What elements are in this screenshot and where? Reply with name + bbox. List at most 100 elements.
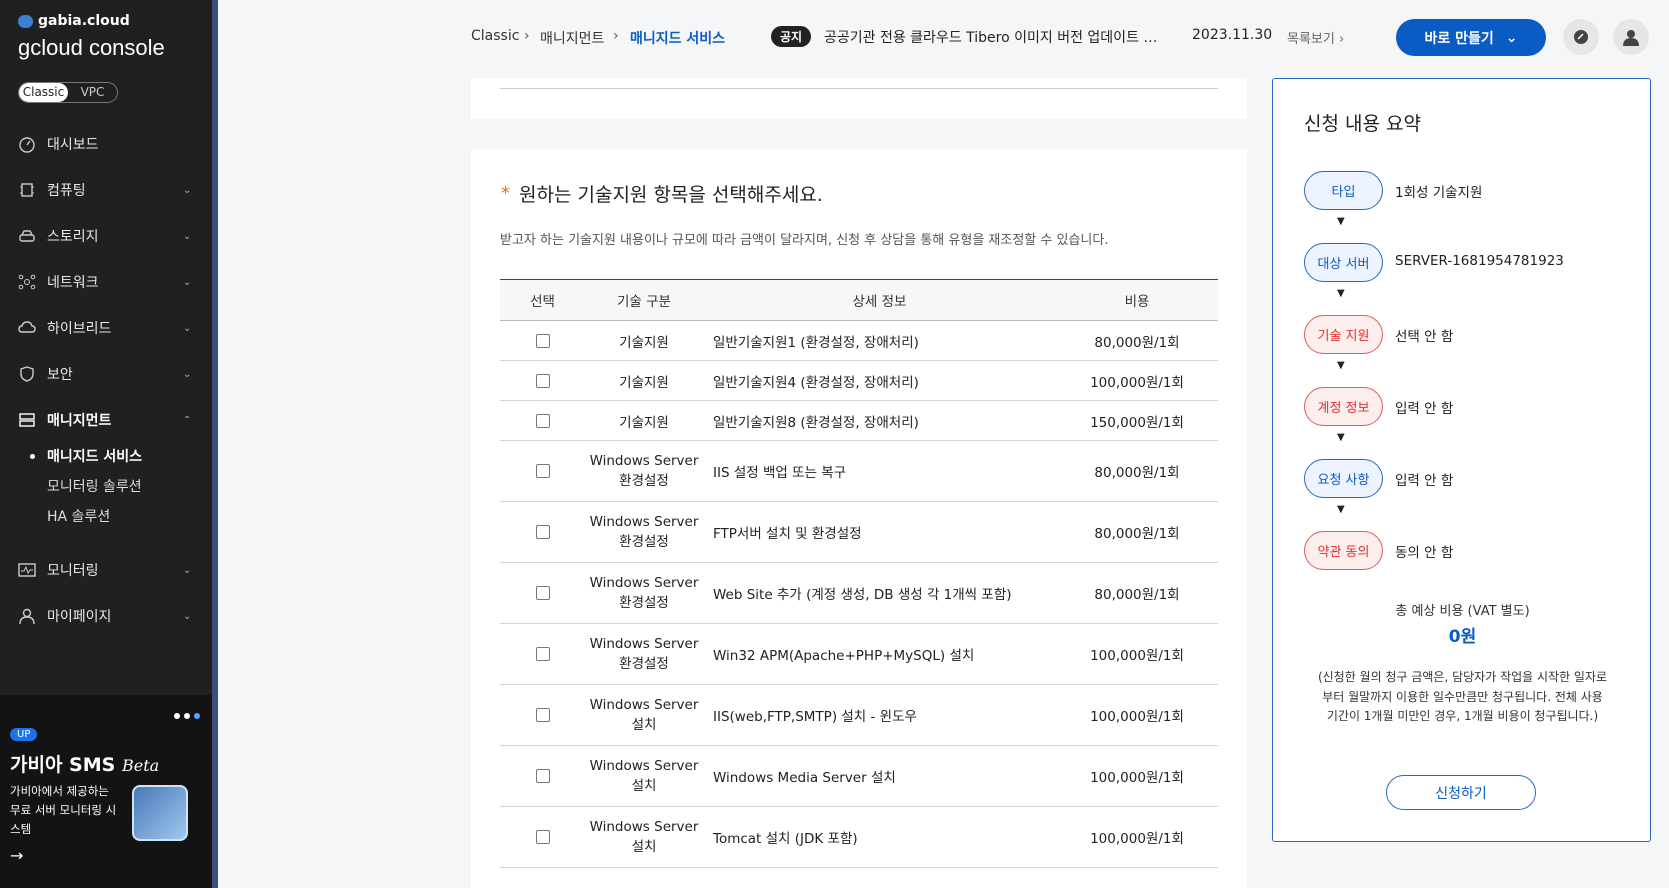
step-type[interactable]: 타입: [1304, 171, 1383, 210]
chevron-up-icon: ⌃: [183, 414, 192, 426]
table-row[interactable]: Windows Server 환경설정 Web Site 추가 (계정 생성, D…: [500, 562, 1218, 624]
step-target-server[interactable]: 대상 서버: [1304, 243, 1383, 282]
detail-cell: 일반기술지원8 (환경설정, 장애처리): [703, 400, 1056, 441]
table-row[interactable]: Windows Server 설치 Tomcat 설치 (JDK 포함) 100,0…: [500, 806, 1218, 868]
row-checkbox[interactable]: [535, 413, 550, 428]
cost-cell: 100,000원/1회: [1056, 745, 1218, 807]
step-account-info[interactable]: 계정 정보: [1304, 387, 1383, 426]
category-cell: Windows Server 환경설정: [585, 562, 703, 624]
profile-button[interactable]: [1613, 19, 1649, 55]
sidebar-item-monitoring[interactable]: 모니터링 ⌄: [0, 552, 212, 588]
sidebar-item-computing[interactable]: 컴퓨팅 ⌄: [0, 172, 212, 208]
chevron-down-icon: ⌄: [183, 368, 192, 380]
summary-title: 신청 내용 요약: [1304, 113, 1421, 135]
chevron-down-icon: ▼: [1337, 288, 1345, 299]
notice-date: 2023.11.30: [1192, 27, 1273, 43]
table-row[interactable]: Windows Server 설치 Windows Media Server 설치…: [500, 745, 1218, 807]
management-icon: [17, 411, 36, 430]
row-checkbox[interactable]: [535, 464, 550, 478]
order-summary-panel: 신청 내용 요약 타입 1회성 기술지원 ▼ 대상 서버 SERVER-1681…: [1272, 78, 1651, 842]
select-cell: [500, 684, 585, 746]
step-tech-support[interactable]: 기술 지원: [1304, 315, 1383, 354]
table-row[interactable]: Windows Server 설치 IIS(web,FTP,SMTP) 설치 - …: [500, 684, 1218, 746]
step-requests[interactable]: 요청 사항: [1304, 459, 1383, 498]
cost-cell: 150,000원/1회: [1056, 400, 1218, 441]
sidebar-item-security[interactable]: 보안 ⌄: [0, 356, 212, 392]
apply-button[interactable]: 신청하기: [1386, 775, 1536, 810]
detail-cell: Tomcat 설치 (JDK 포함): [703, 806, 1056, 868]
notice-list-link[interactable]: 목록보기 ›: [1287, 28, 1344, 47]
row-checkbox[interactable]: [535, 830, 550, 844]
sidebar-item-dashboard[interactable]: 대시보드: [0, 126, 212, 162]
select-cell: [500, 501, 585, 563]
detail-cell: Windows Media Server 설치: [703, 745, 1056, 807]
table-row[interactable]: 기술지원 일반기술지원8 (환경설정, 장애처리) 150,000원/1회: [500, 400, 1218, 441]
breadcrumb-separator-icon: ›: [613, 28, 619, 44]
sidebar-item-label: 네트워크: [47, 275, 99, 291]
section-title: 원하는 기술지원 항목을 선택해주세요.: [519, 184, 823, 206]
sidebar-subitem-managed-service[interactable]: 매니지드 서비스: [47, 446, 142, 466]
monitoring-icon: [17, 561, 36, 580]
console-title[interactable]: gcloud console: [18, 35, 165, 61]
brand-logo-small[interactable]: gabia.cloud: [18, 13, 130, 29]
select-cell: [500, 562, 585, 624]
sidebar-item-network[interactable]: 네트워크 ⌄: [0, 264, 212, 300]
arrow-right-icon[interactable]: →: [10, 846, 23, 865]
category-cell: Windows Server 설치: [585, 745, 703, 807]
breadcrumb-classic[interactable]: Classic: [471, 28, 519, 44]
row-checkbox[interactable]: [535, 647, 550, 661]
cost-cell: 80,000원/1회: [1056, 440, 1218, 502]
quick-create-button[interactable]: 바로 만들기 ⌄: [1396, 19, 1546, 56]
sidebar-item-label: 대시보드: [47, 137, 99, 153]
up-badge: UP: [10, 728, 38, 741]
sidebar-item-mypage[interactable]: 마이페이지 ⌄: [0, 598, 212, 634]
hybrid-icon: [17, 319, 36, 338]
sidebar-item-management[interactable]: 매니지먼트 ⌃: [0, 402, 212, 438]
table-row[interactable]: 기술지원 일반기술지원1 (환경설정, 장애처리) 80,000원/1회: [500, 320, 1218, 361]
row-checkbox[interactable]: [535, 769, 550, 783]
table-row[interactable]: Windows Server 환경설정 IIS 설정 백업 또는 복구 80,000…: [500, 440, 1218, 502]
promo-description: 가비아에서 제공하는 무료 서버 모니터링 시스템: [10, 784, 117, 836]
table-row[interactable]: Windows Server 환경설정 FTP서버 설치 및 환경설정 80,000…: [500, 501, 1218, 563]
category-cell: 기술지원: [585, 320, 703, 361]
classic-vpc-toggle[interactable]: Classic VPC: [18, 82, 118, 103]
step-account-info-value: 입력 안 함: [1395, 401, 1454, 417]
chevron-down-icon: ⌄: [1505, 29, 1518, 46]
cost-cell: 100,000원/1회: [1056, 684, 1218, 746]
category-cell: 기술지원: [585, 400, 703, 441]
cost-cell: 100,000원/1회: [1056, 360, 1218, 401]
row-checkbox[interactable]: [535, 708, 550, 722]
chevron-right-icon: ›: [1338, 32, 1345, 47]
sidebar-item-hybrid[interactable]: 하이브리드 ⌄: [0, 310, 212, 346]
category-cell: Windows Server 설치: [585, 684, 703, 746]
toggle-vpc[interactable]: VPC: [68, 83, 117, 102]
brand-small-text: gabia.cloud: [38, 13, 130, 29]
category-cell: 기술지원: [585, 360, 703, 401]
promo-pagination[interactable]: [174, 713, 200, 719]
support-chat-button[interactable]: [1563, 19, 1599, 55]
column-header: 선택: [500, 279, 585, 321]
sidebar-item-label: 하이브리드: [47, 321, 112, 337]
required-mark: *: [501, 183, 510, 204]
toggle-classic[interactable]: Classic: [19, 83, 68, 102]
row-checkbox[interactable]: [535, 525, 550, 539]
storage-icon: [17, 227, 36, 246]
sidebar-subitem-ha-solution[interactable]: HA 솔루션: [47, 506, 110, 526]
dashboard-icon: [17, 135, 36, 154]
sidebar-subitem-monitoring-solution[interactable]: 모니터링 솔루션: [47, 476, 142, 496]
table-row[interactable]: 기술지원 일반기술지원4 (환경설정, 장애처리) 100,000원/1회: [500, 360, 1218, 401]
section-description: 받고자 하는 기술지원 내용이나 규모에 따라 금액이 달라지며, 신청 후 상…: [500, 233, 1109, 248]
row-checkbox[interactable]: [535, 333, 550, 348]
step-requests-value: 입력 안 함: [1395, 473, 1454, 489]
step-terms[interactable]: 약관 동의: [1304, 531, 1383, 570]
sidebar-item-storage[interactable]: 스토리지 ⌄: [0, 218, 212, 254]
detail-cell: Win32 APM(Apache+PHP+MySQL) 설치: [703, 623, 1056, 685]
table-row[interactable]: Windows Server 환경설정 Win32 APM(Apache+PHP+…: [500, 623, 1218, 685]
row-checkbox[interactable]: [535, 373, 550, 388]
breadcrumb-management[interactable]: 매니지먼트: [540, 28, 604, 48]
table-header-row: 선택 기술 구분 상세 정보 비용: [500, 279, 1218, 321]
detail-cell: IIS 설정 백업 또는 복구: [703, 440, 1056, 502]
row-checkbox[interactable]: [535, 586, 550, 600]
breadcrumb-separator-icon: ›: [524, 28, 530, 44]
notice-text[interactable]: 공공기관 전용 클라우드 Tibero 이미지 버전 업데이트 …: [824, 27, 1172, 47]
